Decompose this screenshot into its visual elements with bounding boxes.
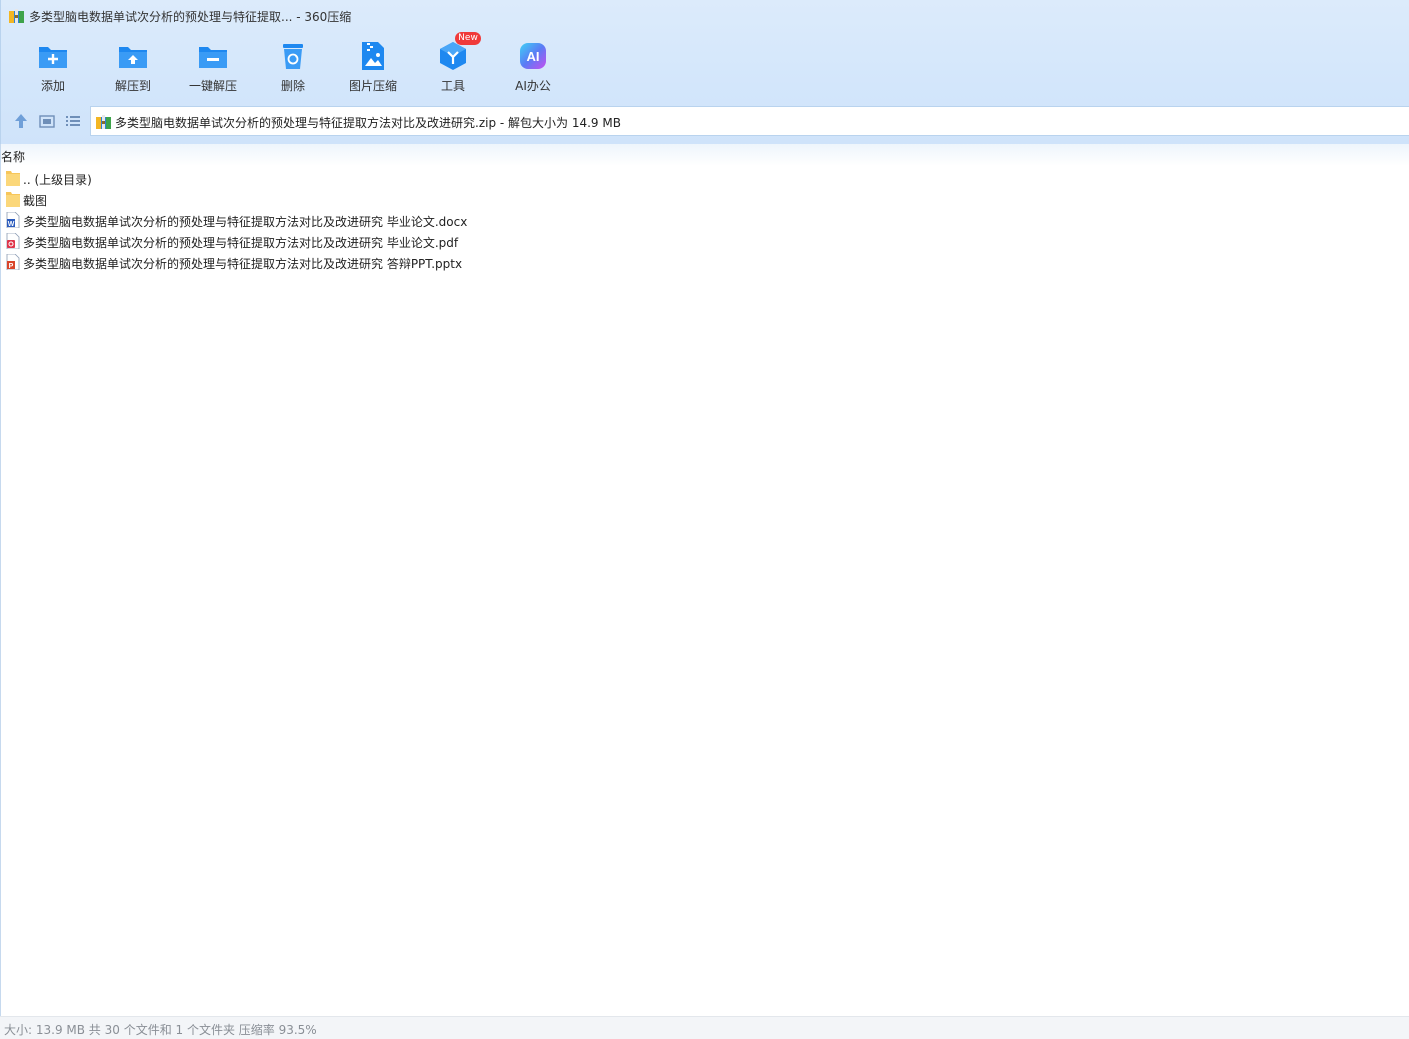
ppt-file-icon: P <box>6 254 20 270</box>
image-compress-button[interactable]: 图片压缩 <box>333 36 413 102</box>
svg-text:W: W <box>8 221 15 228</box>
new-badge: New <box>455 32 481 45</box>
up-arrow-icon[interactable] <box>12 112 30 130</box>
delete-button[interactable]: 删除 <box>253 36 333 102</box>
list-item-parent-directory[interactable]: .. (上级目录) <box>0 168 1409 189</box>
svg-text:AI: AI <box>527 49 540 64</box>
list-item-pptx-file[interactable]: P 多类型脑电数据单试次分析的预处理与特征提取方法对比及改进研究 答辩PPT.p… <box>0 252 1409 273</box>
trash-icon <box>283 44 303 69</box>
folder-icon <box>6 171 20 186</box>
ai-office-label: AI办公 <box>515 79 551 93</box>
thumbnail-view-icon[interactable] <box>38 112 56 130</box>
folder-icon <box>6 192 20 207</box>
column-header-name[interactable]: 名称 <box>0 144 1409 166</box>
pdf-file-icon <box>6 233 20 249</box>
add-label: 添加 <box>40 79 65 93</box>
svg-text:P: P <box>9 263 14 270</box>
list-item-label: 截图 <box>23 194 48 208</box>
one-click-extract-button[interactable]: 一键解压 <box>173 36 253 102</box>
column-header-label: 名称 <box>1 150 26 164</box>
list-item-label: 多类型脑电数据单试次分析的预处理与特征提取方法对比及改进研究 毕业论文.pdf <box>23 236 459 250</box>
tools-label: 工具 <box>440 79 465 93</box>
status-text: 大小: 13.9 MB 共 30 个文件和 1 个文件夹 压缩率 93.5% <box>4 1023 317 1037</box>
image-compress-label: 图片压缩 <box>348 79 397 93</box>
archive-icon <box>9 9 24 23</box>
add-folder-icon <box>39 47 67 68</box>
word-file-icon: W <box>6 212 20 228</box>
left-border <box>0 144 1 1016</box>
navigation-row: 多类型脑电数据单试次分析的预处理与特征提取方法对比及改进研究.zip - 解包大… <box>1 106 1409 136</box>
extract-to-icon <box>119 47 147 68</box>
extract-to-label: 解压到 <box>114 79 151 93</box>
list-item-label: 多类型脑电数据单试次分析的预处理与特征提取方法对比及改进研究 毕业论文.docx <box>23 215 468 229</box>
ai-office-button[interactable]: AI AI办公 <box>493 36 573 102</box>
top-panel: 多类型脑电数据单试次分析的预处理与特征提取... - 360压缩 添加 解压到 <box>0 0 1409 144</box>
list-item-docx-file[interactable]: W 多类型脑电数据单试次分析的预处理与特征提取方法对比及改进研究 毕业论文.do… <box>0 210 1409 231</box>
title-bar: 多类型脑电数据单试次分析的预处理与特征提取... - 360压缩 <box>1 0 1409 32</box>
list-item-screenshots-folder[interactable]: 截图 <box>0 189 1409 210</box>
add-button[interactable]: 添加 <box>13 36 93 102</box>
list-item-label: 多类型脑电数据单试次分析的预处理与特征提取方法对比及改进研究 答辩PPT.ppt… <box>23 257 463 271</box>
address-text: 多类型脑电数据单试次分析的预处理与特征提取方法对比及改进研究.zip - 解包大… <box>115 116 621 130</box>
one-click-extract-icon <box>199 47 227 68</box>
one-click-extract-label: 一键解压 <box>188 79 237 93</box>
extract-to-button[interactable]: 解压到 <box>93 36 173 102</box>
list-view-icon[interactable] <box>64 112 82 130</box>
address-bar[interactable]: 多类型脑电数据单试次分析的预处理与特征提取方法对比及改进研究.zip - 解包大… <box>90 106 1409 136</box>
status-bar: 大小: 13.9 MB 共 30 个文件和 1 个文件夹 压缩率 93.5% <box>0 1016 1409 1039</box>
delete-label: 删除 <box>280 79 305 93</box>
ai-office-icon: AI <box>520 43 546 69</box>
archive-icon <box>96 115 111 129</box>
list-item-label: .. (上级目录) <box>23 173 92 187</box>
list-item-pdf-file[interactable]: 多类型脑电数据单试次分析的预处理与特征提取方法对比及改进研究 毕业论文.pdf <box>0 231 1409 252</box>
image-compress-icon <box>362 42 384 70</box>
window-title: 多类型脑电数据单试次分析的预处理与特征提取... - 360压缩 <box>29 10 352 24</box>
tools-button[interactable]: 工具 <box>413 36 493 102</box>
